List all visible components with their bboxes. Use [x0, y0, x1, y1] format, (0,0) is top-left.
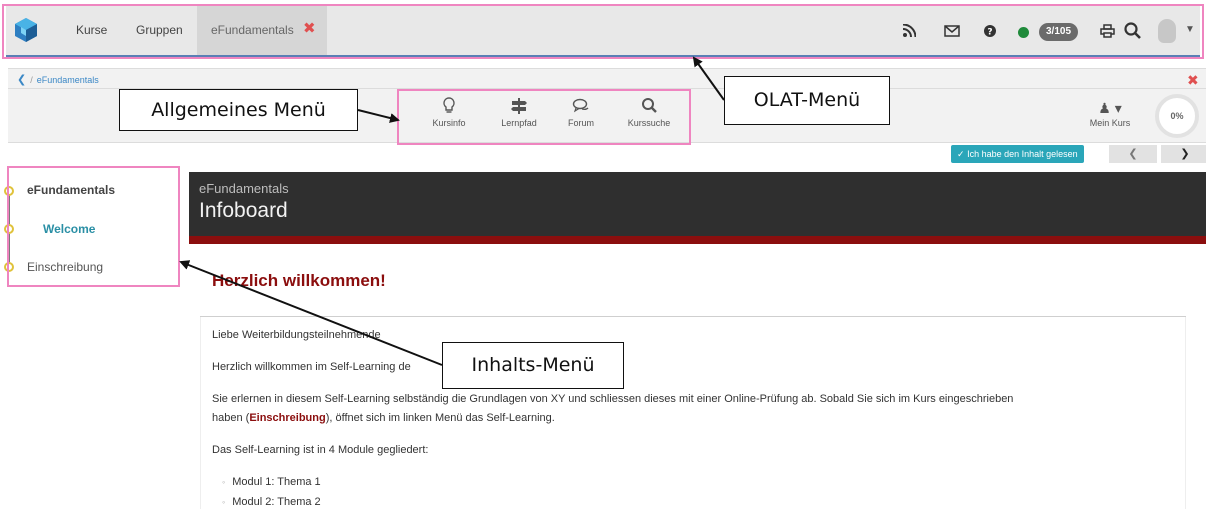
annotation-arrows	[179, 56, 725, 366]
arrow-general-menu	[357, 109, 400, 123]
arrow-olat-menu	[692, 56, 725, 101]
arrow-content-menu	[179, 260, 443, 366]
